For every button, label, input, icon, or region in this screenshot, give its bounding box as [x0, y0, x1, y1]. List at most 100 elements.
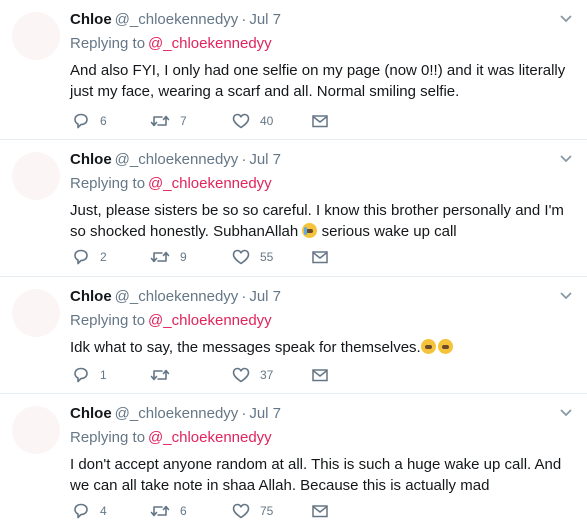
heart-icon [232, 249, 250, 265]
envelope-icon [312, 251, 328, 264]
like-button[interactable]: 55 [232, 247, 273, 267]
like-count: 40 [260, 114, 274, 128]
tweet[interactable]: Chloe @_chloekennedyy · Jul 7 Replying to @_… [0, 0, 587, 140]
direct-message-button[interactable] [312, 111, 328, 131]
separator-dot: · [241, 151, 247, 168]
reply-count: 1 [100, 368, 107, 382]
timestamp[interactable]: Jul 7 [249, 151, 281, 168]
reply-button[interactable]: 1 [72, 365, 107, 385]
avatar[interactable] [12, 152, 60, 200]
retweet-icon [150, 369, 170, 381]
retweet-button[interactable]: 9 [150, 247, 187, 267]
weary-face-icon [420, 339, 436, 354]
retweet-icon [150, 505, 170, 517]
tweet-text-part: serious wake up call [321, 223, 457, 240]
author-name[interactable]: Chloe [70, 405, 112, 422]
direct-message-button[interactable] [312, 501, 328, 521]
tweet-header: Chloe @_chloekennedyy · Jul 7 [70, 288, 281, 306]
tweet[interactable]: Chloe @_chloekennedyy · Jul 7 Replying to @_… [0, 140, 587, 277]
retweet-button[interactable] [150, 365, 180, 385]
tweet-header: Chloe @_chloekennedyy · Jul 7 [70, 405, 281, 423]
reply-button[interactable]: 6 [72, 111, 107, 131]
tweet-actions: 4 6 75 [72, 501, 372, 521]
tweet-actions: 2 9 55 [72, 247, 372, 267]
replying-to-label: Replying to [70, 312, 146, 329]
like-button[interactable]: 37 [232, 365, 273, 385]
separator-dot: · [241, 288, 247, 305]
replying-to-line: Replying to @_chloekennedyy [70, 312, 272, 330]
chevron-down-icon[interactable] [559, 14, 573, 24]
direct-message-button[interactable] [312, 365, 328, 385]
reply-button[interactable]: 4 [72, 501, 107, 521]
heart-icon [232, 503, 250, 519]
tweet[interactable]: Chloe @_chloekennedyy · Jul 7 Replying to @_… [0, 277, 587, 394]
retweet-button[interactable]: 6 [150, 501, 187, 521]
reply-count: 2 [100, 250, 107, 264]
chevron-down-icon[interactable] [559, 291, 573, 301]
like-button[interactable]: 75 [232, 501, 273, 521]
reply-count: 4 [100, 504, 107, 518]
retweet-count: 9 [180, 250, 187, 264]
avatar[interactable] [12, 289, 60, 337]
heart-icon [232, 367, 250, 383]
tweet-text: And also FYI, I only had one selfie on m… [70, 62, 566, 100]
author-name[interactable]: Chloe [70, 288, 112, 305]
timestamp[interactable]: Jul 7 [249, 11, 281, 28]
tweet-text: I don't accept anyone random at all. Thi… [70, 456, 562, 494]
replying-to-line: Replying to @_chloekennedyy [70, 35, 272, 53]
author-handle[interactable]: @_chloekennedyy [115, 11, 239, 28]
replying-to-mention[interactable]: @_chloekennedyy [148, 429, 272, 446]
reply-count: 6 [100, 114, 107, 128]
retweet-button[interactable]: 7 [150, 111, 187, 131]
author-name[interactable]: Chloe [70, 151, 112, 168]
replying-to-line: Replying to @_chloekennedyy [70, 429, 272, 447]
avatar[interactable] [12, 406, 60, 454]
replying-to-label: Replying to [70, 35, 146, 52]
tweet-header: Chloe @_chloekennedyy · Jul 7 [70, 11, 281, 29]
timestamp[interactable]: Jul 7 [249, 288, 281, 305]
replying-to-label: Replying to [70, 175, 146, 192]
envelope-icon [312, 369, 328, 382]
reply-icon [74, 367, 88, 383]
tweet-actions: 1 37 [72, 365, 372, 385]
author-name[interactable]: Chloe [70, 11, 112, 28]
like-button[interactable]: 40 [232, 111, 273, 131]
author-handle[interactable]: @_chloekennedyy [115, 151, 239, 168]
tweet-thread: Chloe @_chloekennedyy · Jul 7 Replying to @_… [0, 0, 587, 531]
replying-to-label: Replying to [70, 429, 146, 446]
avatar[interactable] [12, 12, 60, 60]
tweet-text: Just, please sisters be so so careful. I… [70, 200, 570, 242]
separator-dot: · [241, 11, 247, 28]
tweet[interactable]: Chloe @_chloekennedyy · Jul 7 Replying to @_… [0, 394, 587, 531]
like-count: 37 [260, 368, 274, 382]
retweet-count: 6 [180, 504, 187, 518]
tweet-actions: 6 7 40 [72, 111, 372, 131]
author-handle[interactable]: @_chloekennedyy [115, 405, 239, 422]
replying-to-mention[interactable]: @_chloekennedyy [148, 175, 272, 192]
tweet-text-part: Just, please sisters be so so careful. I… [70, 202, 564, 240]
tweet-text: Idk what to say, the messages speak for … [70, 337, 570, 358]
timestamp[interactable]: Jul 7 [249, 405, 281, 422]
reply-icon [74, 113, 88, 129]
replying-to-line: Replying to @_chloekennedyy [70, 175, 272, 193]
retweet-icon [150, 251, 170, 263]
like-count: 55 [260, 250, 274, 264]
reply-button[interactable]: 2 [72, 247, 107, 267]
envelope-icon [312, 115, 328, 128]
author-handle[interactable]: @_chloekennedyy [115, 288, 239, 305]
chevron-down-icon[interactable] [559, 154, 573, 164]
tweet-header: Chloe @_chloekennedyy · Jul 7 [70, 151, 281, 169]
separator-dot: · [241, 405, 247, 422]
replying-to-mention[interactable]: @_chloekennedyy [148, 35, 272, 52]
reply-icon [74, 249, 88, 265]
tweet-text-part: Idk what to say, the messages speak for … [70, 339, 421, 356]
chevron-down-icon[interactable] [559, 408, 573, 418]
reply-icon [74, 503, 88, 519]
direct-message-button[interactable] [312, 247, 328, 267]
retweet-count: 7 [180, 114, 187, 128]
weary-face-icon [437, 339, 453, 354]
like-count: 75 [260, 504, 274, 518]
replying-to-mention[interactable]: @_chloekennedyy [148, 312, 272, 329]
loudly-crying-face-icon [302, 223, 318, 238]
heart-icon [232, 113, 250, 129]
